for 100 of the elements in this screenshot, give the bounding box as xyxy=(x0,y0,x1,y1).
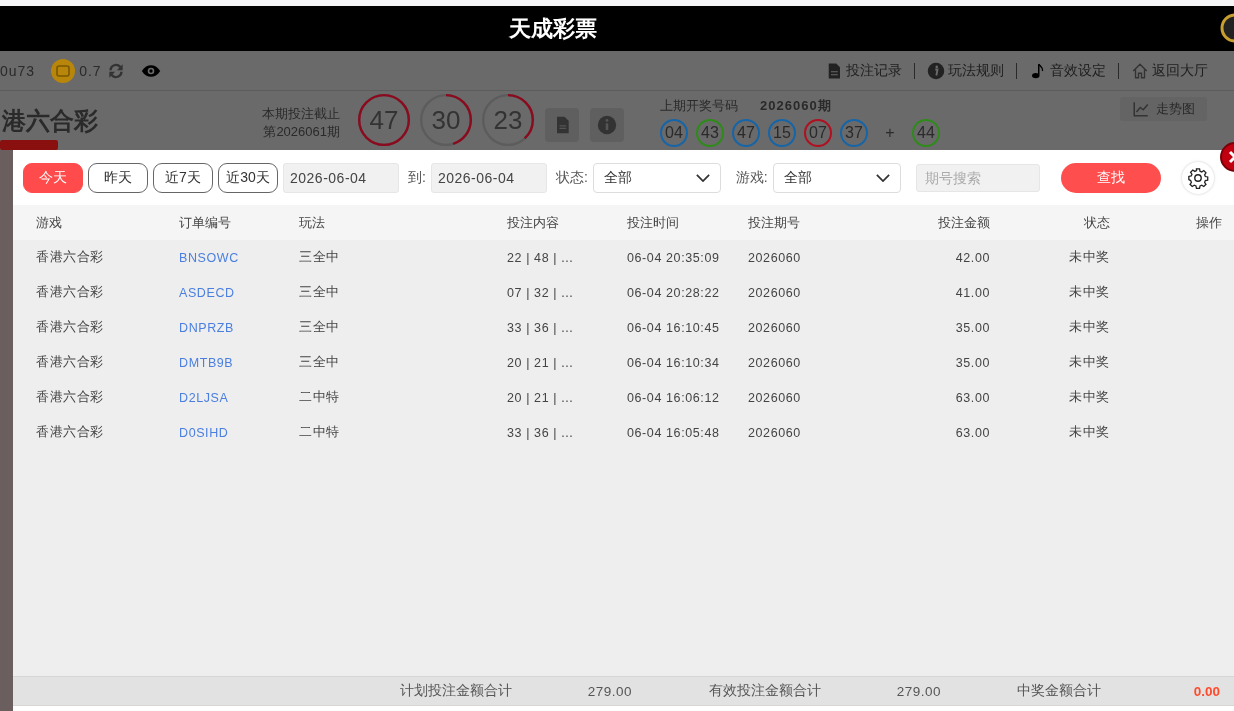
total-label: 有效投注金额合计 xyxy=(708,682,821,700)
date-range-button[interactable]: 今天 xyxy=(23,162,83,193)
column-header: 投注内容 xyxy=(507,213,560,232)
home-icon xyxy=(1131,61,1149,80)
table-cell-text: 35.00 xyxy=(954,320,990,335)
table-cell-text: 香港六合彩 xyxy=(36,354,105,371)
number-ball: 37 xyxy=(840,119,868,147)
date-range-button[interactable]: 近7天 xyxy=(153,162,213,193)
last-draw-label: 上期开奖号码 xyxy=(660,98,738,113)
order-link[interactable]: ASDECD xyxy=(179,285,299,300)
username: 0u73 xyxy=(0,62,36,79)
date-range-button[interactable]: 近30天 xyxy=(218,162,278,193)
settings-button[interactable] xyxy=(1181,161,1214,194)
table-cell-text: 未中奖 xyxy=(1068,424,1110,441)
table-cell-text: 20 | 21 | ... xyxy=(507,390,575,405)
table-cell-text: 42.00 xyxy=(954,250,990,265)
table-cell-text: 33 | 36 | ... xyxy=(507,425,575,440)
table-cell-text: 三全中 xyxy=(299,249,341,266)
info-icon xyxy=(597,115,617,135)
table-cell-text: 06-04 20:35:09 xyxy=(627,250,721,265)
dropdown[interactable]: 全部 xyxy=(592,162,721,193)
order-link[interactable]: D2LJSA xyxy=(179,390,299,405)
table-cell-text: 香港六合彩 xyxy=(36,389,105,406)
table-cell-text: 未中奖 xyxy=(1068,354,1110,371)
table-cell-text: 06-04 16:06:12 xyxy=(627,390,721,405)
chevron-down-icon xyxy=(875,173,890,182)
game-title: 港六合彩 xyxy=(2,106,99,136)
countdown-timer: 23 xyxy=(482,94,534,146)
number-ball: 44 xyxy=(912,119,940,147)
deadline-label: 本期投注截止 xyxy=(262,105,340,123)
table-cell-text: 三全中 xyxy=(299,284,341,301)
order-link[interactable]: BNSOWC xyxy=(179,250,299,265)
table-cell-text: 07 | 32 | ... xyxy=(507,285,575,300)
column-header: 游戏 xyxy=(36,213,63,232)
table-cell-text: 香港六合彩 xyxy=(36,424,105,441)
table-cell-text: 香港六合彩 xyxy=(36,319,105,336)
total-label: 中奖金额合计 xyxy=(1016,682,1101,700)
nav-link[interactable]: 投注记录 xyxy=(825,61,902,80)
table-cell-text: 33 | 36 | ... xyxy=(507,320,575,335)
plus-sign: + xyxy=(884,124,896,142)
filter-label: 游戏: xyxy=(735,168,768,187)
number-ball: 07 xyxy=(804,119,832,147)
nav-link[interactable]: 返回大厅 xyxy=(1131,61,1208,80)
total-value: 279.00 xyxy=(586,683,632,699)
table-cell-text: 22 | 48 | ... xyxy=(507,250,575,265)
column-header: 投注金额 xyxy=(937,213,990,232)
chevron-down-icon xyxy=(695,173,710,182)
nav-link[interactable]: 音效设定 xyxy=(1029,61,1106,80)
total-label: 计划投注金额合计 xyxy=(399,682,512,700)
table-cell-text: 63.00 xyxy=(954,390,990,405)
table-cell-text: 2026060 xyxy=(748,390,802,405)
countdown-timer: 47 xyxy=(358,94,410,146)
table-cell-text: 06-04 16:10:34 xyxy=(627,355,721,370)
order-link[interactable]: DMTB9B xyxy=(179,355,299,370)
dropdown[interactable]: 全部 xyxy=(772,162,901,193)
last-draw-period: 2026060期 xyxy=(760,98,832,113)
period-search-field[interactable]: 期号搜索 xyxy=(915,163,1040,192)
table-cell-text: 2026060 xyxy=(748,285,802,300)
table-cell-text: 06-04 20:28:22 xyxy=(627,285,721,300)
table-cell-text: 2026060 xyxy=(748,425,802,440)
table-cell-text: 三全中 xyxy=(299,354,341,371)
date-field[interactable]: 2026-06-04 xyxy=(430,162,547,193)
table-cell-text: 2026060 xyxy=(748,355,802,370)
column-header: 投注期号 xyxy=(748,213,801,232)
table-cell-text: 香港六合彩 xyxy=(36,249,105,266)
table-cell-text: 三全中 xyxy=(299,319,341,336)
period-label: 第2026061期 xyxy=(263,123,340,141)
search-button[interactable]: 查找 xyxy=(1060,162,1161,193)
date-range-button[interactable]: 昨天 xyxy=(88,162,148,193)
app-title: 天成彩票 xyxy=(509,14,597,43)
filter-label: 状态: xyxy=(555,168,588,187)
table-cell-text: 41.00 xyxy=(954,285,990,300)
table-cell-text: 二中特 xyxy=(299,424,341,441)
table-cell-text: 未中奖 xyxy=(1068,389,1110,406)
table-cell-text: 35.00 xyxy=(954,355,990,370)
order-link[interactable]: D0SIHD xyxy=(179,425,299,440)
info-icon xyxy=(927,61,945,80)
badge xyxy=(0,140,58,150)
document-button[interactable] xyxy=(545,108,579,142)
order-link[interactable]: DNPRZB xyxy=(179,320,299,335)
nav-link[interactable]: 玩法规则 xyxy=(927,61,1004,80)
table-cell-text: 2026060 xyxy=(748,320,802,335)
trend-button[interactable]: 走势图 xyxy=(1120,97,1207,121)
table-cell-text: 20 | 21 | ... xyxy=(507,355,575,370)
total-value: 0.00 xyxy=(1192,683,1220,699)
date-field[interactable]: 2026-06-04 xyxy=(283,162,399,193)
table-cell-text: 63.00 xyxy=(954,425,990,440)
column-header: 订单编号 xyxy=(179,213,232,232)
column-header: 状态 xyxy=(1083,213,1110,232)
table-cell-text: 2026060 xyxy=(748,250,802,265)
table-cell-text: 未中奖 xyxy=(1068,284,1110,301)
number-ball: 47 xyxy=(732,119,760,147)
info-button[interactable] xyxy=(590,108,624,142)
to-label: 到: xyxy=(408,168,426,187)
number-ball: 04 xyxy=(660,119,688,147)
chart-icon xyxy=(1132,100,1150,118)
number-ball: 15 xyxy=(768,119,796,147)
column-header: 投注时间 xyxy=(627,213,680,232)
column-header: 玩法 xyxy=(299,213,326,232)
total-value: 279.00 xyxy=(895,683,941,699)
